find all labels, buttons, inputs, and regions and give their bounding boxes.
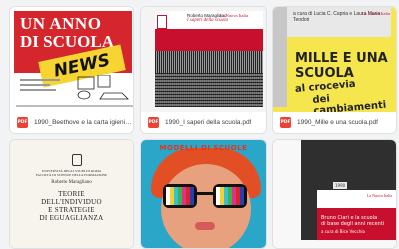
file-thumbnail: MODELLI DI SCUOLE — [141, 140, 266, 248]
cover-title-line3: E STRATEGIE — [48, 206, 95, 214]
university-crest-icon — [72, 154, 82, 166]
file-thumbnail: UNIVERSITÀ DEGLI STUDI DI ROMA FACOLTÀ D… — [10, 140, 133, 248]
cover-photo-texture — [155, 73, 263, 107]
file-name[interactable]: 1990_Mille e una scuola.pdf — [297, 119, 378, 126]
cover-title-line2: DELL'INDIVIDUO — [41, 198, 102, 206]
file-card[interactable]: UNIVERSITÀ DEGLI STUDI DI ROMA FACOLTÀ D… — [9, 139, 134, 249]
cover-title: MODELLI DI SCUOLE — [159, 144, 248, 152]
file-caption: PDF 1990_I saperi della scuola.pdf — [141, 112, 266, 133]
cover-publisher: La Nuova Italia — [366, 193, 392, 198]
cover-publisher: La Nuova Italia — [361, 11, 390, 16]
file-thumbnail: 1990 La Nuova Italia Bruno Ciari e la sc… — [273, 140, 396, 248]
glasses-icon — [163, 184, 197, 208]
file-caption: PDF 1990_Beethove e la carta igienica... — [10, 112, 133, 133]
cover-editor: a cura di Bice Vecchio — [321, 229, 365, 234]
pdf-icon: PDF — [148, 117, 159, 128]
cover-title-line2: di base degli anni recenti — [321, 221, 385, 227]
file-card[interactable]: UN ANNO DI SCUOLA NEWS PDF 1990_Beethove… — [9, 6, 134, 134]
cover-author: Roberto Maragliano — [51, 180, 92, 185]
publisher-logo-icon — [157, 15, 167, 29]
cover-institution-line2: FACOLTÀ DI SCIENZE DELLA FORMAZIONE — [35, 173, 108, 177]
file-thumbnail: a cura di Lucia C. Capria e Laura Maria … — [273, 7, 396, 114]
file-caption: PDF 1990_Mille e una scuola.pdf — [273, 112, 396, 133]
glasses-icon — [213, 184, 247, 208]
cover-publisher: La Nuova Italia — [219, 13, 248, 18]
pdf-icon: PDF — [280, 117, 291, 128]
file-card[interactable]: MODELLI DI SCUOLE — [140, 139, 267, 249]
file-card[interactable]: 1990 La Nuova Italia Bruno Ciari e la sc… — [272, 139, 397, 249]
cover-title-line1: UN ANNO — [20, 14, 102, 33]
cover-title-line1: MILLE E UNA — [295, 51, 388, 66]
cover-footer-line — [16, 105, 133, 107]
file-name[interactable]: 1990_Beethove e la carta igienica... — [34, 119, 133, 126]
file-thumbnail: Roberto Maragliano I saperi della scuola… — [141, 7, 266, 114]
cover-illustration — [20, 75, 129, 100]
file-thumbnail: UN ANNO DI SCUOLA NEWS — [10, 7, 133, 114]
file-card[interactable]: Roberto Maragliano I saperi della scuola… — [140, 6, 267, 134]
pdf-icon: PDF — [17, 117, 28, 128]
cover-title-line1: TEORIE — [58, 190, 85, 198]
cover-title-line2: DI SCUOLA — [20, 32, 114, 51]
file-name[interactable]: 1990_I saperi della scuola.pdf — [165, 119, 251, 126]
file-grid: UN ANNO DI SCUOLA NEWS PDF 1990_Beethove… — [0, 0, 399, 249]
cover-red-band — [155, 29, 263, 51]
cover-title-line4: DI EGUAGLIANZA — [39, 214, 104, 222]
cover-title: I saperi della scuola — [187, 18, 228, 23]
cover-handwritten-tag: 1990 — [333, 182, 348, 189]
cover-mouth — [195, 222, 215, 230]
file-card[interactable]: a cura di Lucia C. Capria e Laura Maria … — [272, 6, 397, 134]
glasses-bridge — [197, 192, 213, 195]
cover-spine — [273, 7, 287, 107]
